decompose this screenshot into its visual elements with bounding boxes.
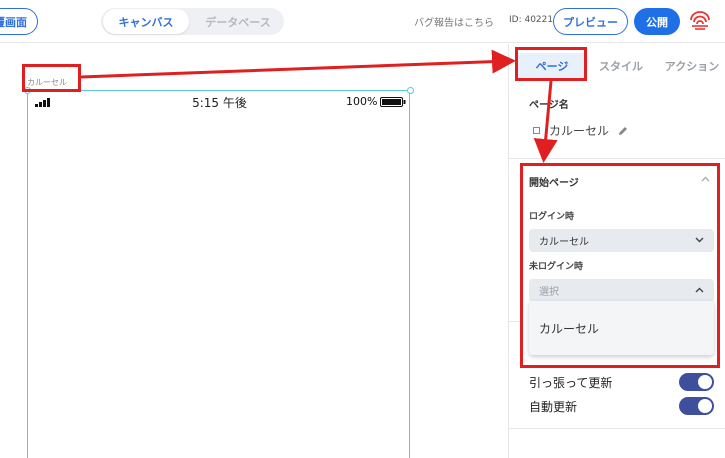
pull-refresh-label: 引っ張って更新 (529, 376, 613, 390)
annotation-box-page-tab (515, 47, 587, 81)
canvas-tab[interactable]: キャンバス (103, 9, 189, 34)
resize-handle-top-right[interactable] (407, 87, 414, 94)
project-id: ID: 40221 (509, 15, 554, 25)
divider (509, 158, 725, 159)
pull-refresh-toggle[interactable] (679, 373, 714, 391)
database-tab[interactable]: データベース (193, 8, 283, 35)
toggle-knob (698, 399, 712, 413)
publish-button[interactable]: 公開 (634, 8, 680, 35)
page-name-value: カルーセル (549, 124, 610, 138)
divider (509, 428, 725, 429)
view-switcher: キャンバス データベース (101, 8, 284, 35)
page-name-title: ページ名 (529, 100, 569, 111)
preview-button[interactable]: プレビュー (553, 8, 628, 35)
app-root: 覆画面 キャンバス データベース バグ報告はこちら ID: 40221 プレビュ… (0, 0, 725, 458)
annotation-box-page-label (22, 64, 81, 92)
toggle-knob (698, 375, 712, 389)
new-screen-button[interactable]: 覆画面 (0, 8, 38, 35)
annotation-box-start-page (520, 163, 720, 368)
battery-icon (380, 97, 406, 107)
top-bar: 覆画面 キャンバス データベース バグ報告はこちら ID: 40221 プレビュ… (0, 0, 725, 43)
pencil-icon[interactable] (617, 125, 629, 137)
auto-refresh-label: 自動更新 (529, 400, 578, 414)
tab-style[interactable]: スタイル (591, 53, 651, 79)
phone-frame[interactable]: 5:15 午後 100% (27, 90, 410, 458)
auto-refresh-toggle[interactable] (679, 397, 714, 415)
battery-percent: 100% (346, 95, 378, 108)
fingerprint-logo-icon[interactable] (689, 11, 711, 31)
page-name-row: カルーセル (533, 122, 629, 139)
auto-refresh-row: 自動更新 (529, 397, 714, 415)
pull-refresh-row: 引っ張って更新 (529, 373, 714, 391)
tab-action[interactable]: アクション (657, 53, 725, 79)
bug-report-link[interactable]: バグ報告はこちら (414, 14, 494, 29)
page-square-icon (533, 127, 540, 134)
